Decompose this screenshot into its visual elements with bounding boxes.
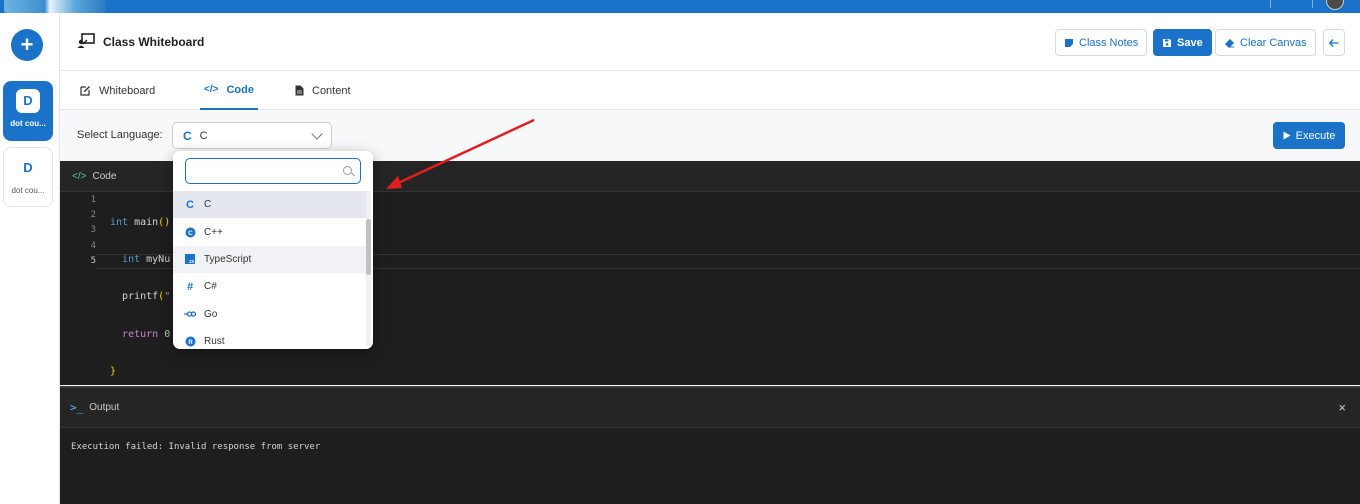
edit-icon xyxy=(80,86,90,96)
code-line: int main() xyxy=(110,217,171,228)
chevron-down-icon xyxy=(311,128,323,140)
code-icon: </> xyxy=(204,84,219,95)
code-line: int myNu xyxy=(122,254,171,266)
file-icon xyxy=(295,85,304,96)
tab-code[interactable]: </> Code xyxy=(200,71,258,110)
eraser-icon xyxy=(1225,38,1234,47)
language-dropdown: C C C C++ JS TypeScript # C# Go R Rust xyxy=(173,151,373,349)
top-bar-divider xyxy=(1312,0,1313,8)
clear-canvas-label: Clear Canvas xyxy=(1240,36,1307,49)
typescript-language-icon: JS xyxy=(184,253,196,265)
language-option-csharp[interactable]: # C# xyxy=(173,273,366,300)
language-label: Select Language: xyxy=(77,129,163,141)
option-label: TypeScript xyxy=(204,253,252,265)
code-line: printf(" xyxy=(110,291,171,303)
code-editor[interactable]: int main() int myNu printf(" return 0 } xyxy=(110,193,170,401)
page-header: Class Whiteboard Class Notes Save Clear … xyxy=(60,13,1360,71)
tab-whiteboard[interactable]: Whiteboard xyxy=(78,71,157,110)
session-initial: D xyxy=(16,156,40,180)
svg-text:R: R xyxy=(188,340,193,346)
language-option-cpp[interactable]: C C++ xyxy=(173,218,366,245)
output-title: Output xyxy=(89,402,120,413)
language-search-input[interactable] xyxy=(185,158,361,184)
c-language-icon: C xyxy=(183,128,192,143)
execute-label: Execute xyxy=(1295,129,1336,142)
session-label: dot cou... xyxy=(10,119,46,128)
tab-label: Code xyxy=(226,83,254,96)
code-icon: </> xyxy=(72,170,87,182)
left-rail: + D dot cou... D dot cou... xyxy=(0,13,60,504)
top-app-bar xyxy=(0,0,1360,13)
session-card[interactable]: D dot cou... xyxy=(3,147,53,207)
language-option-rust[interactable]: R Rust xyxy=(173,328,366,349)
class-notes-label: Class Notes xyxy=(1079,36,1139,49)
close-icon[interactable]: × xyxy=(1338,400,1346,415)
tab-label: Content xyxy=(312,84,351,97)
line-number-gutter: 1 2 3 4 5 xyxy=(60,193,96,269)
option-label: C xyxy=(204,199,212,211)
selected-language: C xyxy=(199,129,208,142)
line-number: 3 xyxy=(90,225,96,236)
arrow-left-icon xyxy=(1329,38,1339,47)
code-panel-title: Code xyxy=(92,170,117,182)
tab-bar: Whiteboard </> Code Content xyxy=(60,71,1360,110)
language-options-list: C C C C++ JS TypeScript # C# Go R Rust xyxy=(173,191,366,349)
option-label: C# xyxy=(204,281,217,293)
option-label: C++ xyxy=(204,226,223,238)
session-initial: D xyxy=(16,89,40,113)
language-option-go[interactable]: Go xyxy=(173,301,366,328)
language-option-typescript[interactable]: JS TypeScript xyxy=(173,245,366,274)
line-number: 5 xyxy=(90,255,96,266)
code-line: return 0 xyxy=(122,328,171,340)
session-card-active[interactable]: D dot cou... xyxy=(3,81,53,141)
output-panel-header: >_ Output xyxy=(60,388,1360,428)
tab-label: Whiteboard xyxy=(99,84,156,97)
whiteboard-teacher-icon xyxy=(77,33,95,48)
option-label: Rust xyxy=(204,336,225,348)
svg-text:JS: JS xyxy=(189,259,195,264)
output-panel: >_ Output × Execution failed: Invalid re… xyxy=(60,386,1360,504)
save-icon xyxy=(1163,38,1171,47)
output-text: Execution failed: Invalid response from … xyxy=(71,442,321,452)
tab-content[interactable]: Content xyxy=(293,71,353,110)
language-select[interactable]: C C xyxy=(172,122,332,149)
page-title: Class Whiteboard xyxy=(103,35,205,49)
cpp-language-icon: C xyxy=(184,226,196,238)
rust-language-icon: R xyxy=(184,336,196,348)
c-language-icon: C xyxy=(186,198,194,211)
go-language-icon xyxy=(184,308,196,320)
line-number: 2 xyxy=(90,210,96,221)
play-icon xyxy=(1283,131,1291,140)
user-avatar[interactable] xyxy=(1326,0,1344,10)
terminal-icon: >_ xyxy=(70,401,84,414)
back-button[interactable] xyxy=(1323,29,1345,56)
dropdown-scrollbar[interactable] xyxy=(366,191,371,346)
class-notes-button[interactable]: Class Notes xyxy=(1055,29,1148,56)
line-number: 4 xyxy=(90,240,96,251)
csharp-language-icon: # xyxy=(186,280,194,293)
add-button[interactable]: + xyxy=(11,29,43,61)
svg-text:C: C xyxy=(188,230,193,237)
line-number: 1 xyxy=(90,195,96,205)
top-bar-divider xyxy=(1270,0,1271,8)
scrollbar-thumb[interactable] xyxy=(366,219,371,275)
app-logo xyxy=(4,0,106,13)
language-option-c[interactable]: C C xyxy=(173,191,366,219)
search-icon xyxy=(343,166,352,175)
clear-canvas-button[interactable]: Clear Canvas xyxy=(1215,29,1316,56)
execute-button[interactable]: Execute xyxy=(1273,122,1345,149)
session-label: dot cou... xyxy=(11,186,45,195)
code-line: } xyxy=(110,365,117,377)
option-label: Go xyxy=(204,308,218,320)
note-icon xyxy=(1065,38,1073,47)
save-label: Save xyxy=(1177,36,1203,49)
save-button[interactable]: Save xyxy=(1153,29,1212,56)
